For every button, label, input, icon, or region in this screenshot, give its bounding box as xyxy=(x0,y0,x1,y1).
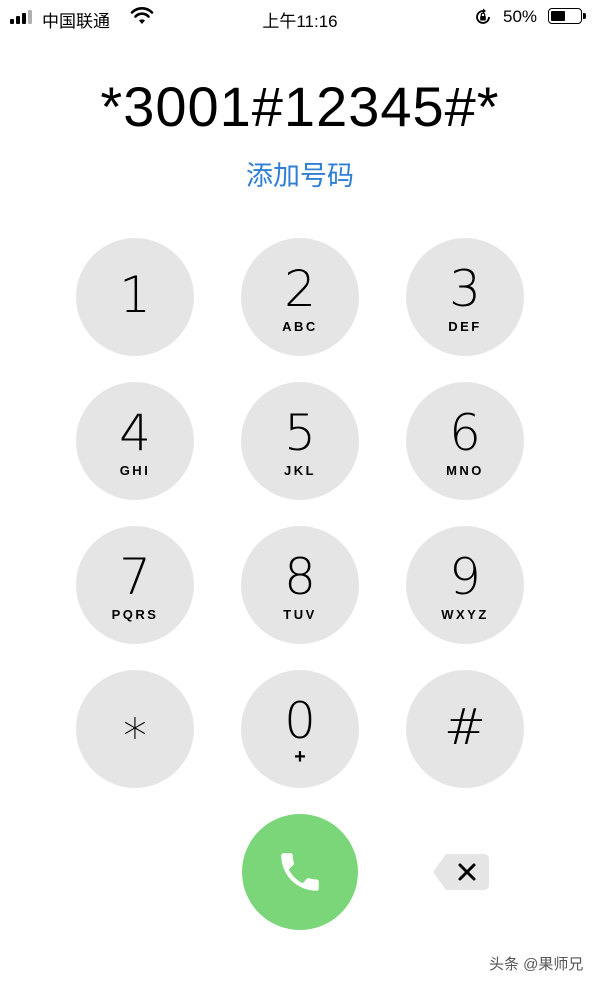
key-pound[interactable]: # xyxy=(406,670,524,788)
key-letters: + xyxy=(294,746,306,768)
key-letters: ABC xyxy=(282,319,318,334)
key-digit: 9 xyxy=(449,548,481,606)
key-digit: # xyxy=(444,698,486,756)
key-8[interactable]: 8 TUV xyxy=(241,526,359,644)
call-button[interactable] xyxy=(242,814,358,930)
key-9[interactable]: 9 WXYZ xyxy=(406,526,524,644)
key-5[interactable]: 5 JKL xyxy=(241,382,359,500)
key-letters: PQRS xyxy=(111,607,159,622)
battery-percent: 50% xyxy=(503,7,538,26)
phone-icon xyxy=(281,853,319,891)
watermark-text: 头条 @果师兄 xyxy=(489,956,584,973)
key-letters: MNO xyxy=(446,463,484,478)
battery-fill xyxy=(551,11,565,21)
key-star[interactable]: * xyxy=(76,670,194,788)
add-number-link[interactable]: 添加号码 xyxy=(0,154,600,193)
key-digit: 0 xyxy=(284,692,316,750)
key-7[interactable]: 7 PQRS xyxy=(76,526,194,644)
key-digit: 8 xyxy=(284,548,316,606)
key-letters: DEF xyxy=(448,319,482,334)
key-1[interactable]: 1 xyxy=(76,238,194,356)
battery-tip xyxy=(583,13,586,19)
key-0[interactable]: 0 + xyxy=(241,670,359,788)
key-digit: 4 xyxy=(119,404,151,462)
key-digit: * xyxy=(123,709,147,765)
key-digit: 5 xyxy=(284,404,316,462)
key-letters: WXYZ xyxy=(441,607,489,622)
key-digit: 6 xyxy=(449,404,481,462)
key-digit: 1 xyxy=(119,266,151,324)
key-letters: GHI xyxy=(119,463,151,478)
key-2[interactable]: 2 ABC xyxy=(241,238,359,356)
status-bar: 中国联通 上午11:16 50% xyxy=(0,0,600,34)
key-letters: TUV xyxy=(283,607,317,622)
key-3[interactable]: 3 DEF xyxy=(406,238,524,356)
key-digit: 3 xyxy=(449,260,481,318)
key-digit: 2 xyxy=(284,260,316,318)
battery-icon xyxy=(548,8,582,24)
delete-backspace-icon[interactable] xyxy=(432,852,490,892)
dialed-number: *3001#12345#* xyxy=(100,75,500,138)
key-letters: JKL xyxy=(283,463,317,478)
rotation-lock-icon xyxy=(476,8,490,24)
key-6[interactable]: 6 MNO xyxy=(406,382,524,500)
key-4[interactable]: 4 GHI xyxy=(76,382,194,500)
key-digit: 7 xyxy=(119,548,151,606)
